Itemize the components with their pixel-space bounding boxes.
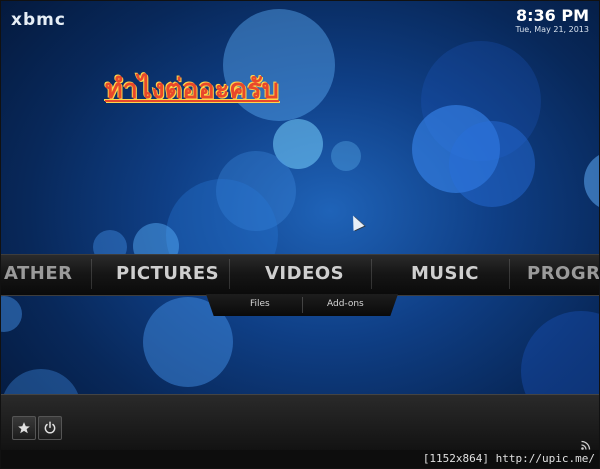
clock-date: Tue, May 21, 2013 <box>515 25 589 34</box>
favourites-button[interactable] <box>12 416 36 440</box>
xbmc-logo: xbmc <box>11 10 66 30</box>
menu-separator <box>229 259 230 289</box>
submenu-separator <box>302 297 303 313</box>
footer-bar <box>1 394 599 451</box>
main-menu-bar: ATHER PICTURES VIDEOS MUSIC PROGRA <box>1 254 599 296</box>
menu-item-weather[interactable]: ATHER <box>4 263 73 284</box>
submenu-item-addons[interactable]: Add-ons <box>327 299 364 309</box>
submenu-item-files[interactable]: Files <box>250 299 270 309</box>
bokeh-light <box>1 296 22 332</box>
clock: 8:36 PM Tue, May 21, 2013 <box>515 6 589 35</box>
screen: xbmc 8:36 PM Tue, May 21, 2013 ทำไงต่ออะ… <box>0 0 600 469</box>
mouse-pointer-icon <box>347 213 365 231</box>
power-button[interactable] <box>38 416 62 440</box>
menu-separator <box>509 259 510 289</box>
watermark-bar: [1152x864] http://upic.me/ <box>1 450 599 468</box>
star-icon <box>18 422 30 434</box>
menu-item-pictures[interactable]: PICTURES <box>116 263 219 284</box>
watermark-text: [1152x864] http://upic.me/ <box>422 452 595 465</box>
bokeh-light <box>449 121 535 207</box>
menu-separator <box>91 259 92 289</box>
menu-item-videos[interactable]: VIDEOS <box>265 263 344 284</box>
overlay-caption: ทำไงต่ออะครับ <box>105 74 279 105</box>
videos-submenu: Files Add-ons <box>206 294 398 316</box>
menu-separator <box>371 259 372 289</box>
power-icon <box>44 421 56 434</box>
clock-time: 8:36 PM <box>515 6 589 25</box>
menu-item-programs[interactable]: PROGRA <box>527 263 599 284</box>
bokeh-light <box>331 141 361 171</box>
bokeh-light <box>584 151 599 211</box>
menu-item-music[interactable]: MUSIC <box>411 263 479 284</box>
